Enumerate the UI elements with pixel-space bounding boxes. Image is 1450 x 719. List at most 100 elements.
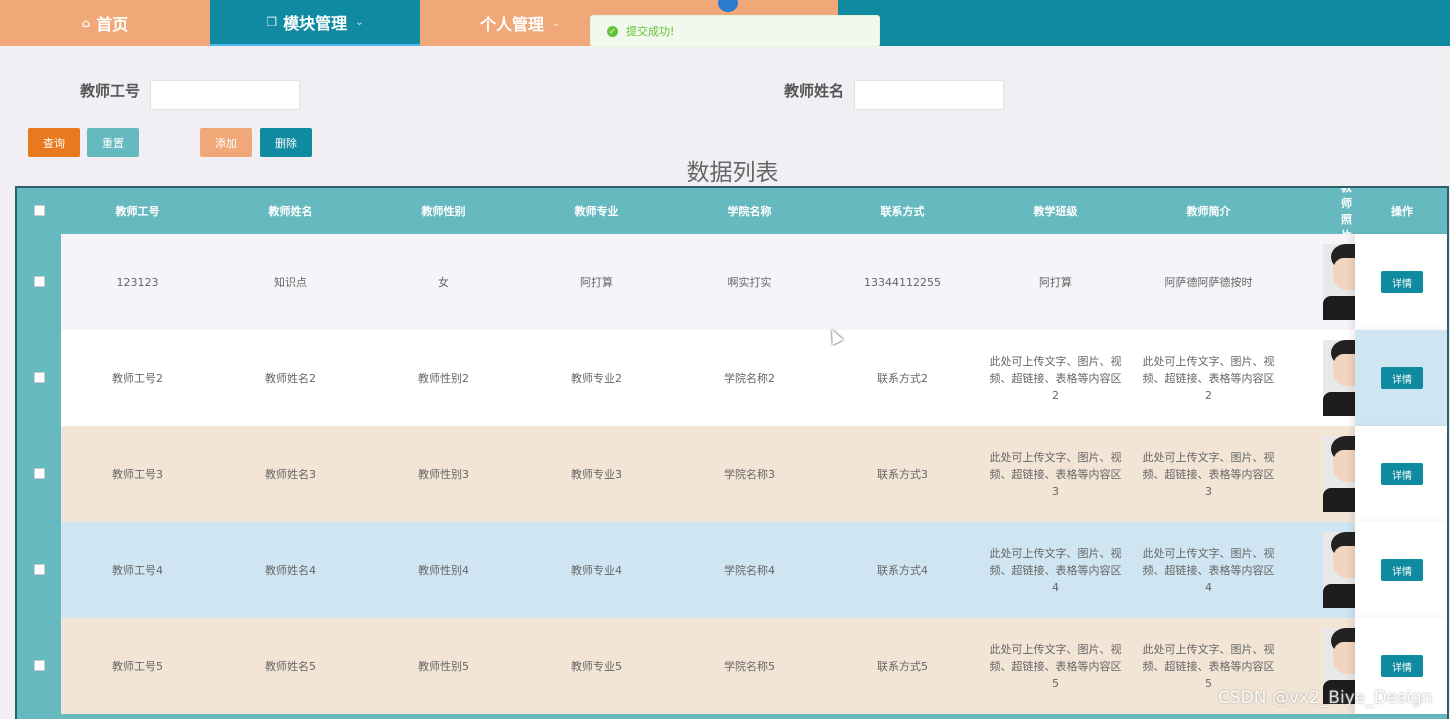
row-checkbox-cell — [17, 618, 61, 714]
select-all-cell — [17, 188, 61, 234]
table-row[interactable]: 教师工号4 教师姓名4 教师性别4 教师专业4 学院名称4 联系方式4 此处可上传文字、图片… — [61, 522, 1447, 618]
table-row[interactable]: 123123 知识点 女 阿打算 啊实打实 13344112255 阿打算 阿萨德阿萨德按时 详… — [61, 234, 1447, 330]
row-checkbox[interactable] — [34, 660, 45, 671]
photo-face — [1333, 546, 1357, 578]
row-checkbox[interactable] — [34, 468, 45, 479]
cell-teacher-gender: 教师性别3 — [418, 467, 469, 481]
row-actions: 详情 — [1355, 234, 1447, 330]
cell-teacher-name: 教师姓名3 — [265, 467, 316, 481]
cell-college: 学院名称5 — [724, 659, 775, 673]
cell-class: 此处可上传文字、图片、视频、超链接、表格等内容区4 — [989, 546, 1122, 594]
header-college[interactable]: 学院名称 — [673, 188, 826, 234]
toast-message: 提交成功! — [626, 25, 675, 38]
photo-body — [1323, 392, 1357, 416]
detail-button[interactable]: 详情 — [1381, 271, 1423, 293]
photo-body — [1323, 488, 1357, 512]
cell-teacher-gender: 教师性别2 — [418, 371, 469, 385]
row-checkbox-cell — [17, 330, 61, 426]
nav-module-management[interactable]: ❐ 模块管理 ⌄ — [210, 0, 420, 46]
chevron-down-icon: ⌄ — [355, 16, 364, 28]
cell-intro: 此处可上传文字、图片、视频、超链接、表格等内容区3 — [1142, 450, 1275, 498]
check-circle-icon: ✓ — [607, 25, 618, 37]
teacher-photo[interactable] — [1323, 436, 1357, 512]
photo-face — [1333, 354, 1357, 386]
nav-home[interactable]: ⌂ 首页 — [0, 0, 210, 46]
cell-teacher-gender: 教师性别5 — [418, 659, 469, 673]
cell-class: 此处可上传文字、图片、视频、超链接、表格等内容区2 — [989, 354, 1122, 402]
table-row[interactable]: 教师工号3 教师姓名3 教师性别3 教师专业3 学院名称3 联系方式3 此处可上传文字、图片… — [61, 426, 1447, 522]
detail-button[interactable]: 详情 — [1381, 559, 1423, 581]
nav-personal-label: 个人管理 — [480, 15, 545, 34]
cell-contact: 联系方式2 — [877, 371, 928, 385]
row-checkbox-cell — [17, 234, 61, 330]
cell-teacher-gender: 女 — [438, 275, 449, 289]
select-all-checkbox[interactable] — [34, 205, 45, 216]
cell-intro: 阿萨德阿萨德按时 — [1164, 275, 1253, 289]
detail-button[interactable]: 详情 — [1381, 367, 1423, 389]
header-class[interactable]: 教学班级 — [979, 188, 1132, 234]
cell-teacher-name: 教师姓名4 — [265, 563, 316, 577]
cell-college: 学院名称2 — [724, 371, 775, 385]
cell-class: 此处可上传文字、图片、视频、超链接、表格等内容区5 — [989, 642, 1122, 690]
cell-class: 阿打算 — [1039, 275, 1072, 289]
photo-face — [1333, 642, 1357, 674]
cell-teacher-name: 知识点 — [274, 275, 307, 289]
row-checkbox[interactable] — [34, 372, 45, 383]
header-contact[interactable]: 联系方式 — [826, 188, 979, 234]
teacher-id-input[interactable] — [150, 80, 300, 110]
cell-teacher-major: 教师专业5 — [571, 659, 622, 673]
table-header: 教师工号 教师姓名 教师性别 教师专业 学院名称 联系方式 教学班级 教师简介 … — [17, 188, 1447, 234]
home-icon: ⌂ — [81, 16, 91, 30]
row-checkbox-cell — [17, 522, 61, 618]
cell-intro: 此处可上传文字、图片、视频、超链接、表格等内容区2 — [1142, 354, 1275, 402]
photo-body — [1323, 584, 1357, 608]
detail-button[interactable]: 详情 — [1381, 463, 1423, 485]
cell-teacher-major: 教师专业4 — [571, 563, 622, 577]
row-actions: 详情 — [1355, 522, 1447, 618]
watermark: CSDN @vx2_Biye_Design — [1218, 688, 1433, 708]
cell-teacher-name: 教师姓名2 — [265, 371, 316, 385]
header-teacher-id[interactable]: 教师工号 — [61, 188, 214, 234]
photo-face — [1333, 450, 1357, 482]
teacher-name-label: 教师姓名 — [784, 82, 845, 100]
teacher-photo[interactable] — [1323, 340, 1357, 416]
cell-teacher-major: 阿打算 — [580, 275, 613, 289]
cell-teacher-id: 教师工号4 — [112, 563, 163, 577]
header-teacher-gender[interactable]: 教师性别 — [367, 188, 520, 234]
success-toast: ✓ 提交成功! — [590, 15, 880, 47]
teacher-photo[interactable] — [1323, 532, 1357, 608]
chevron-down-icon: ⌄ — [552, 17, 561, 29]
cell-teacher-name: 教师姓名5 — [265, 659, 316, 673]
photo-face — [1333, 258, 1357, 290]
teacher-photo[interactable] — [1323, 244, 1357, 320]
cell-college: 学院名称3 — [724, 467, 775, 481]
row-checkbox-cell — [17, 426, 61, 522]
cell-contact: 联系方式5 — [877, 659, 928, 673]
data-table: 教师工号 教师姓名 教师性别 教师专业 学院名称 联系方式 教学班级 教师简介 … — [15, 186, 1449, 719]
header-actions: 操作 — [1355, 188, 1447, 234]
table-row[interactable]: 教师工号2 教师姓名2 教师性别2 教师专业2 学院名称2 联系方式2 此处可上传文字、图片… — [61, 330, 1447, 426]
cell-contact: 联系方式4 — [877, 563, 928, 577]
header-teacher-name[interactable]: 教师姓名 — [214, 188, 367, 234]
detail-button[interactable]: 详情 — [1381, 655, 1423, 677]
header-teacher-major[interactable]: 教师专业 — [520, 188, 673, 234]
cell-college: 啊实打实 — [727, 275, 772, 289]
cell-class: 此处可上传文字、图片、视频、超链接、表格等内容区3 — [989, 450, 1122, 498]
nav-module-label: 模块管理 — [283, 14, 348, 33]
cell-teacher-id: 教师工号3 — [112, 467, 163, 481]
teacher-name-input[interactable] — [854, 80, 1004, 110]
row-actions: 详情 — [1355, 426, 1447, 522]
photo-body — [1323, 296, 1357, 320]
row-actions: 详情 — [1355, 330, 1447, 426]
cell-contact: 13344112255 — [864, 275, 941, 289]
cell-teacher-major: 教师专业3 — [571, 467, 622, 481]
header-intro[interactable]: 教师简介 — [1132, 188, 1285, 234]
nav-home-label: 首页 — [96, 15, 129, 34]
row-checkbox[interactable] — [34, 564, 45, 575]
cell-contact: 联系方式3 — [877, 467, 928, 481]
cell-teacher-gender: 教师性别4 — [418, 563, 469, 577]
header-photo[interactable]: 教师照片 — [1285, 188, 1355, 234]
cell-teacher-id: 123123 — [116, 275, 159, 289]
cell-teacher-id: 教师工号2 — [112, 371, 163, 385]
row-checkbox[interactable] — [34, 276, 45, 287]
